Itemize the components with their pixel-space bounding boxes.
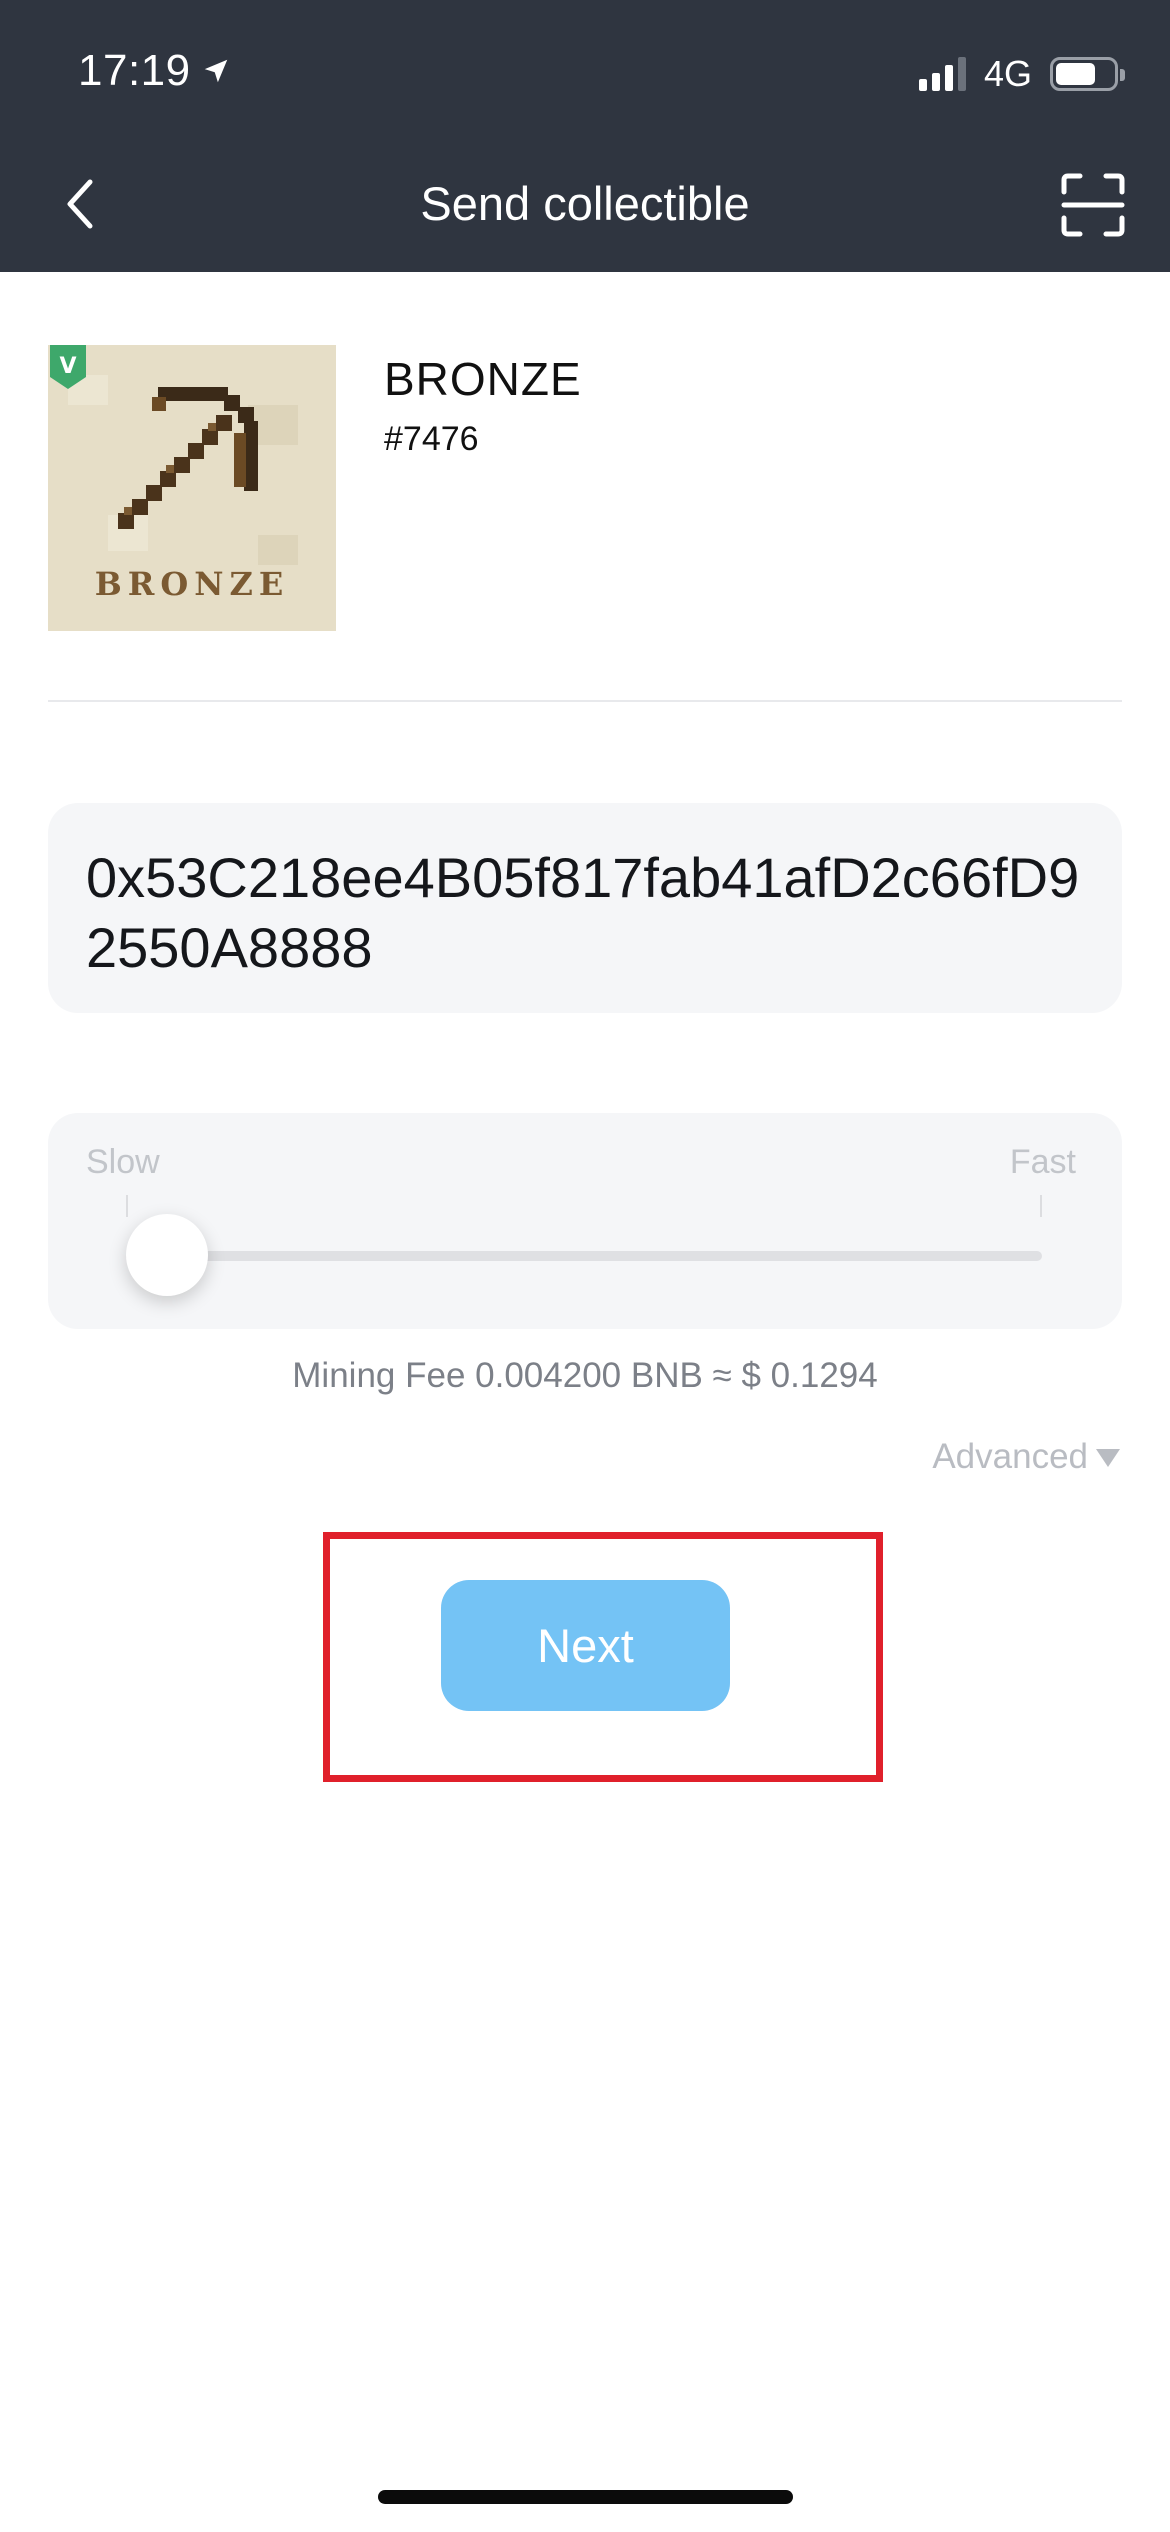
advanced-toggle[interactable]: Advanced: [932, 1437, 1122, 1477]
status-time: 17:19: [78, 46, 231, 96]
status-time-label: 17:19: [78, 46, 191, 95]
fee-slider-thumb[interactable]: [126, 1214, 208, 1296]
battery-icon: [1050, 57, 1125, 91]
location-arrow-icon: [204, 59, 227, 83]
section-divider: [48, 700, 1122, 702]
collectible-image: BRONZE V: [48, 345, 336, 631]
slider-tick-max: [1040, 1195, 1042, 1217]
scan-frame-icon: [1061, 173, 1125, 237]
fast-label: Fast: [1009, 1143, 1076, 1181]
mining-fee-text: Mining Fee 0.004200 BNB ≈ $ 0.1294: [292, 1356, 878, 1395]
cellular-signal-icon: [918, 57, 966, 91]
svg-text:V: V: [59, 354, 76, 379]
collectible-token-id: #7476: [384, 420, 479, 458]
network-type: 4G: [983, 53, 1032, 94]
verified-badge-icon: V: [50, 345, 86, 389]
slider-tick-min: [126, 1195, 128, 1217]
collectible-image-caption: BRONZE: [94, 565, 290, 603]
advanced-label: Advanced: [932, 1437, 1088, 1476]
app-header: 17:19 4G Send collectible: [0, 0, 1170, 272]
caret-down-icon: [1096, 1449, 1120, 1467]
home-indicator: [378, 2490, 793, 2504]
slow-label: Slow: [86, 1143, 160, 1181]
scan-qr-button[interactable]: [1060, 172, 1126, 238]
status-indicators: 4G: [918, 52, 1125, 96]
fee-slider-track[interactable]: [126, 1251, 1042, 1261]
recipient-address-input[interactable]: 0x53C218ee4B05f817fab41afD2c66fD92550A88…: [48, 803, 1122, 1013]
collectible-name: BRONZE: [384, 353, 582, 405]
fee-speed-panel: Slow Fast: [48, 1113, 1122, 1329]
page-title: Send collectible: [420, 177, 750, 230]
next-button[interactable]: Next: [441, 1580, 730, 1711]
send-collectible-screen: 17:19 4G Send collectible BRONZE V BRONZ…: [0, 0, 1170, 2532]
